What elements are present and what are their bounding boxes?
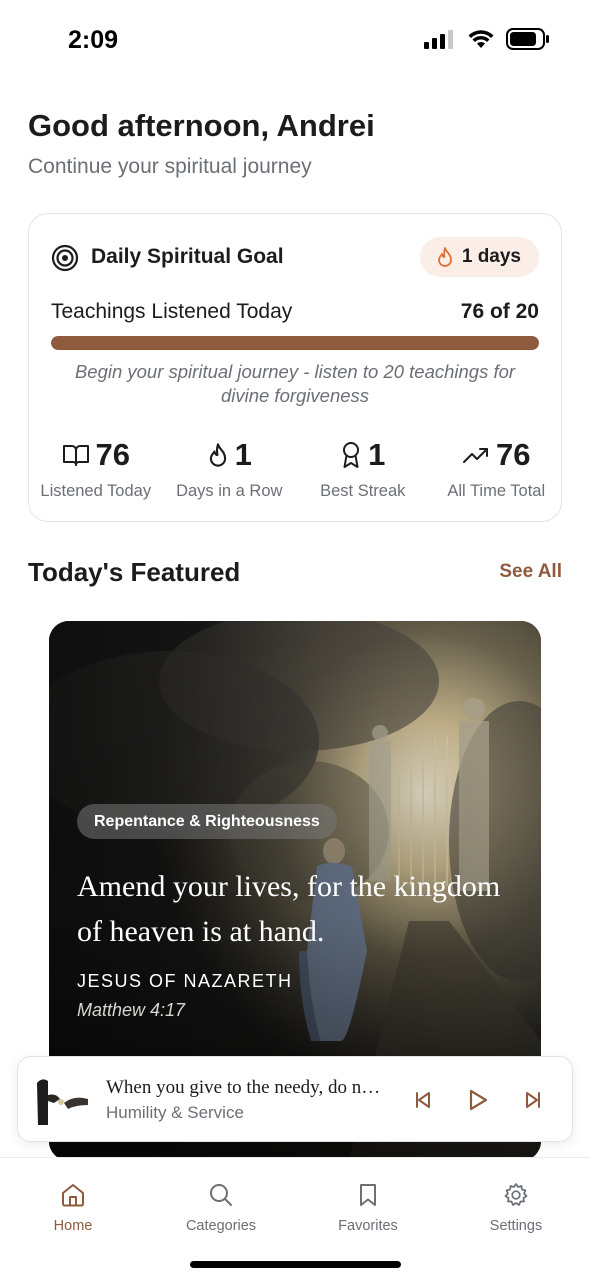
book-icon [62, 445, 89, 466]
tab-label: Favorites [338, 1218, 398, 1234]
search-icon [210, 1184, 232, 1206]
see-all-link[interactable]: See All [499, 561, 562, 583]
status-bar: 2:09 [0, 0, 590, 80]
stats-row: 76 Listened Today 1 Days in a Row 1 Best… [29, 436, 563, 501]
tab-label: Home [53, 1218, 93, 1234]
tab-label: Settings [489, 1218, 543, 1234]
tab-categories[interactable]: Categories [161, 1182, 281, 1234]
stat-value: 1 [368, 437, 386, 472]
wifi-icon [468, 30, 494, 48]
gear-icon [504, 1183, 528, 1206]
featured-author: JESUS OF NAZARETH [77, 971, 293, 991]
featured-section-title: Today's Featured [28, 557, 241, 587]
stat-days-in-a-row: 1 Days in a Row [163, 436, 297, 501]
greeting-title: Good afternoon, Andrei [28, 108, 375, 143]
skip-forward-icon [526, 1092, 540, 1108]
home-indicator [190, 1261, 401, 1268]
category-pill[interactable]: Repentance & Righteousness [77, 804, 337, 839]
streak-badge-label: 1 days [461, 246, 521, 267]
stat-value: 76 [95, 437, 130, 472]
featured-quote: Amend your lives, for the kingdom of hea… [77, 870, 501, 948]
stat-label: Listened Today [40, 482, 152, 500]
play-icon [469, 1089, 488, 1111]
tab-favorites[interactable]: Favorites [308, 1182, 428, 1234]
greeting-subtitle: Continue your spiritual journey [28, 155, 312, 178]
flame-icon [437, 247, 452, 267]
stat-label: All Time Total [447, 482, 546, 500]
tab-label: Categories [185, 1218, 257, 1234]
stat-listened-today: 76 Listened Today [29, 436, 163, 501]
streak-badge: 1 days [419, 237, 539, 277]
stat-best-streak: 1 Best Streak [296, 436, 430, 501]
skip-back-icon [416, 1092, 430, 1108]
goal-title: Daily Spiritual Goal [91, 245, 284, 268]
mini-player[interactable]: When you give to the needy, do n… Humili… [17, 1056, 573, 1142]
skip-back-button[interactable] [408, 1085, 438, 1115]
home-icon [62, 1184, 84, 1207]
stat-value: 76 [496, 437, 531, 472]
status-icons [424, 28, 550, 50]
player-track-title: When you give to the needy, do n… [106, 1077, 381, 1098]
stat-label: Best Streak [320, 482, 406, 500]
play-button[interactable] [463, 1085, 493, 1115]
progress-bar [51, 336, 539, 350]
trending-up-icon [463, 448, 488, 463]
featured-reference: Matthew 4:17 [77, 1000, 186, 1020]
progress-label: Teachings Listened Today [51, 300, 293, 323]
stat-all-time-total: 76 All Time Total [430, 436, 564, 501]
progress-bar-fill [51, 336, 539, 350]
goal-message: Begin your spiritual journey - listen to… [74, 361, 516, 406]
tab-home[interactable]: Home [13, 1182, 133, 1234]
award-icon [343, 442, 360, 468]
stat-value: 1 [234, 437, 252, 472]
signal-icon [424, 30, 453, 49]
progress-count: 76 of 20 [460, 300, 539, 323]
battery-icon [506, 28, 549, 50]
status-time: 2:09 [68, 26, 119, 54]
track-thumbnail [34, 1075, 90, 1127]
tab-settings[interactable]: Settings [456, 1182, 576, 1234]
target-icon [51, 244, 79, 272]
skip-forward-button[interactable] [518, 1085, 548, 1115]
daily-goal-card: Daily Spiritual Goal 1 days Teachings Li… [28, 213, 562, 522]
stat-label: Days in a Row [176, 482, 283, 500]
bookmark-icon [360, 1184, 376, 1206]
flame-icon [209, 443, 226, 467]
player-track-subtitle: Humility & Service [106, 1103, 244, 1122]
